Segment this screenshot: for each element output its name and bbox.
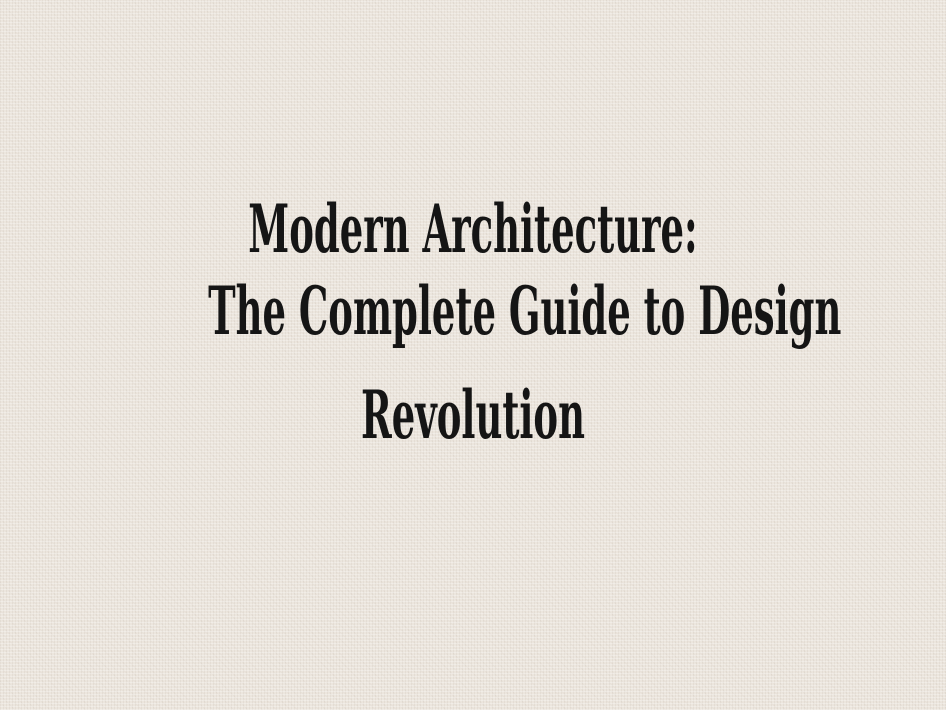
title-line-3: Revolution: [361, 376, 585, 454]
title-line-1: Modern Architecture:: [248, 190, 698, 268]
title-line-2: The Complete Guide to Design: [208, 272, 842, 350]
cover-title: Modern Architecture: The Complete Guide …: [0, 196, 946, 472]
linen-cover: Modern Architecture: The Complete Guide …: [0, 0, 946, 710]
